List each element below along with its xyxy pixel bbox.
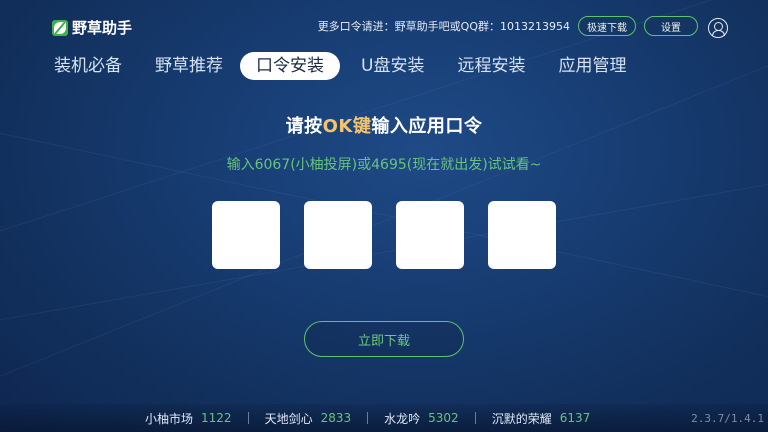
app-logo: 野草助手	[52, 17, 132, 38]
ticker-divider	[474, 412, 476, 424]
ticker-app-name: 小柚市场	[145, 411, 194, 426]
ticker-item[interactable]: 小柚市场 1122	[145, 410, 232, 427]
tab-usb-install[interactable]: U盘安装	[349, 52, 436, 80]
page-title: 请按OK键输入应用口令	[0, 112, 768, 138]
code-input-digit-4[interactable]	[488, 201, 556, 269]
code-input-group	[212, 201, 556, 269]
title-prefix: 请按	[285, 116, 323, 137]
app-title: 野草助手	[72, 19, 133, 37]
header-actions: 更多口令请进：野草助手吧或QQ群：1013213954 极速下载 设置	[318, 16, 698, 36]
hint-text: 输入6067(小柚投屏)或4695(现在就出发)试试看~	[226, 157, 542, 173]
ticker-app-name: 水龙吟	[384, 411, 421, 426]
user-icon[interactable]	[708, 18, 728, 38]
promo-text: 更多口令请进：野草助手吧或QQ群：1013213954	[317, 20, 570, 33]
tab-recommended[interactable]: 野草推荐	[143, 52, 235, 80]
settings-button[interactable]: 设置	[644, 16, 698, 36]
tab-code-install[interactable]: 口令安装	[240, 52, 340, 80]
title-suffix: 输入应用口令	[371, 116, 483, 137]
tab-app-management[interactable]: 应用管理	[546, 52, 638, 80]
ticker-app-code: 2833	[320, 411, 352, 425]
ticker-divider	[247, 412, 249, 424]
code-input-digit-3[interactable]	[396, 201, 464, 269]
ticker-divider	[367, 412, 369, 424]
app-code-ticker: 小柚市场 1122 天地剑心 2833 水龙吟 5302 沉默的荣耀 6137	[0, 404, 768, 432]
nav-tabs: 装机必备 野草推荐 口令安装 U盘安装 远程安装 应用管理	[42, 52, 647, 80]
fast-download-button[interactable]: 极速下载	[578, 16, 636, 36]
ticker-item[interactable]: 沉默的荣耀 6137	[492, 410, 591, 427]
ticker-item[interactable]: 水龙吟 5302	[384, 410, 459, 427]
tab-remote-install[interactable]: 远程安装	[445, 52, 537, 80]
title-highlight: OK键	[322, 116, 372, 137]
tab-install-essentials[interactable]: 装机必备	[42, 52, 134, 80]
download-now-button[interactable]: 立即下载	[304, 321, 464, 357]
ticker-app-code: 5302	[428, 411, 459, 425]
ticker-app-code: 1122	[201, 411, 232, 425]
ticker-app-code: 6137	[559, 411, 591, 425]
ticker-app-name: 天地剑心	[264, 411, 313, 426]
ticker-app-name: 沉默的荣耀	[491, 411, 552, 426]
ticker-item[interactable]: 天地剑心 2833	[265, 410, 352, 427]
leaf-logo-icon	[52, 19, 68, 36]
code-input-digit-2[interactable]	[304, 201, 372, 269]
version-label: 2.3.7/1.4.1	[691, 412, 764, 425]
code-input-digit-1[interactable]	[212, 201, 280, 269]
